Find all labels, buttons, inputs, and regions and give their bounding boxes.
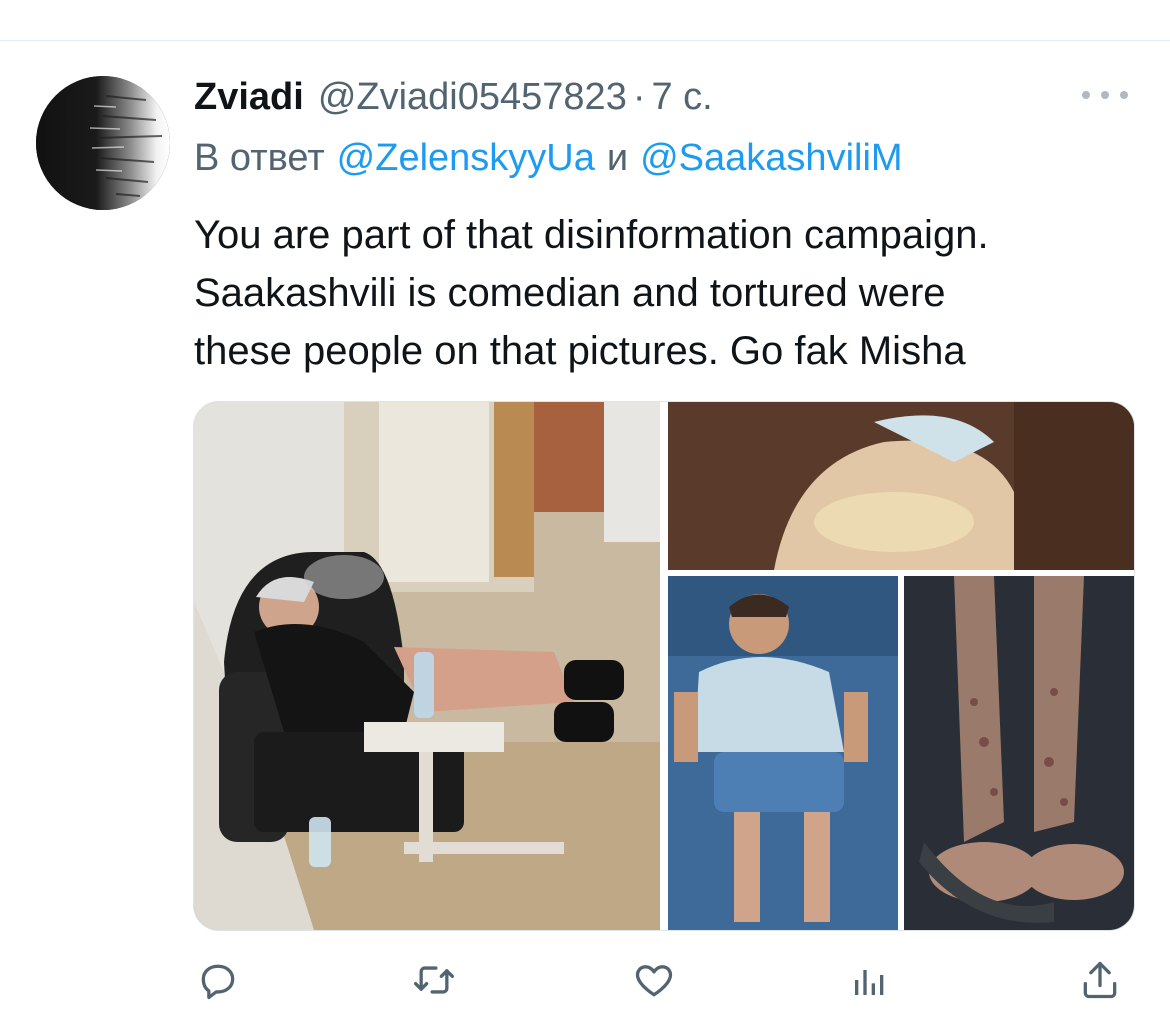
photo-right-bottom-left <box>668 576 898 930</box>
mention-link-zelensky[interactable]: @ZelenskyyUa <box>337 137 595 180</box>
share-icon[interactable] <box>1072 952 1128 1008</box>
reply-prefix: В ответ <box>194 136 325 179</box>
photo-right-bottom-right <box>904 576 1134 930</box>
user-name[interactable]: Zviadi <box>194 76 304 119</box>
tweet-text-line: these people on that pictures. Go fak Mi… <box>194 329 966 373</box>
more-options-icon[interactable] <box>1082 80 1128 110</box>
reply-context: В ответ @ZelenskyyUa и @SaakashviliM <box>194 134 903 182</box>
tweet-header: Zviadi @Zviadi05457823 · 7 с. <box>194 74 713 120</box>
photo-right-top <box>668 402 1134 570</box>
user-handle[interactable]: @Zviadi05457823 <box>318 76 627 119</box>
mention-link-saakashvili[interactable]: @SaakashviliM <box>640 137 902 180</box>
tweet-timestamp[interactable]: 7 с. <box>651 76 712 119</box>
tweet-media-image[interactable] <box>193 401 1135 931</box>
tweet-text-line: You are part of that disinformation camp… <box>194 213 989 257</box>
separator-dot: · <box>632 75 646 118</box>
reply-and: и <box>606 136 629 179</box>
retweet-icon[interactable] <box>406 952 462 1008</box>
like-icon[interactable] <box>626 952 682 1008</box>
reply-icon[interactable] <box>190 952 246 1008</box>
tweet-text-line: Saakashvili is comedian and tortured wer… <box>194 271 946 315</box>
analytics-icon[interactable] <box>842 952 898 1008</box>
photo-left <box>194 402 660 930</box>
tweet-text: You are part of that disinformation camp… <box>194 206 1144 380</box>
avatar[interactable] <box>36 76 170 210</box>
top-divider <box>0 40 1170 41</box>
tweet-actions <box>190 952 1140 1012</box>
